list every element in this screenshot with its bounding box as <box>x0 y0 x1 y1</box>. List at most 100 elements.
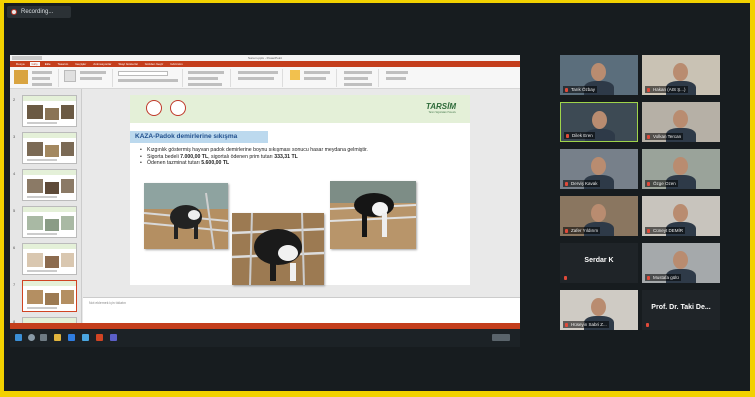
participant-name: Serdar K <box>584 257 614 264</box>
slide-thumbnail[interactable] <box>22 169 77 201</box>
muted-mic-icon <box>565 181 568 186</box>
ribbon-toolbar[interactable] <box>10 67 520 89</box>
ribbon-tab[interactable]: Gözden Geçir <box>143 62 166 66</box>
bullet-amount: 333,31 TL <box>274 153 298 160</box>
ribbon-tab[interactable]: Ekle <box>43 62 53 66</box>
participant-face <box>591 157 606 175</box>
participant-tile[interactable]: Prof. Dr. Taki De... <box>642 290 720 330</box>
shared-screen: Sunum.pptx - PowerPoint Dosya Giriş Ekle Ta… <box>10 55 520 347</box>
slide-number: 7 <box>13 282 16 287</box>
slide-header: TARSİM Tarım Sigortaları Havuzu <box>130 95 470 123</box>
browser-icon[interactable] <box>68 334 75 341</box>
participant-name-tag: Hüseyin Sabri Z... <box>563 321 609 328</box>
muted-mic-icon <box>647 228 650 233</box>
participant-name-tag: Tarık Özbay <box>563 86 598 93</box>
participant-face <box>673 204 688 222</box>
muted-mic-icon <box>647 87 650 92</box>
ribbon-tab[interactable]: Giriş <box>29 62 40 66</box>
mail-icon[interactable] <box>82 334 89 341</box>
cow-photo-3 <box>330 181 416 249</box>
slide-number: 5 <box>13 208 16 213</box>
bullet-amount: 5.600,00 TL <box>201 160 230 167</box>
participant-tile[interactable]: Zafer Yıldırım <box>560 196 638 236</box>
participant-face <box>591 63 606 81</box>
slide-thumbnail-pane[interactable]: 2345678 <box>10 89 82 347</box>
participant-name-tag: Hakan (AIS Ş...) <box>645 86 688 93</box>
recording-indicator[interactable]: Recording... <box>7 6 71 18</box>
bullet-text: , sigortalı ödenen prim tutarı <box>208 153 275 160</box>
participant-tile[interactable]: Mustafa gülü <box>642 243 720 283</box>
slide-bullet: Kızgınlık göstermiş hayvan padok demirle… <box>140 147 460 154</box>
participant-tile[interactable]: Dilek Eren <box>560 102 638 142</box>
participant-name-tag: Derviş Kavak <box>563 180 600 187</box>
quick-access-toolbar[interactable] <box>12 56 42 60</box>
slide-bullets: Kızgınlık göstermiş hayvan padok demirle… <box>140 147 460 167</box>
ribbon-tab[interactable]: Geçişler <box>73 62 88 66</box>
participant-name: Zafer Yıldırım <box>571 228 599 233</box>
muted-mic-icon <box>565 322 568 327</box>
notes-pane[interactable]: Not eklemek için tıklatın <box>83 297 520 323</box>
slide-thumbnail[interactable] <box>22 95 77 127</box>
start-icon[interactable] <box>15 334 22 341</box>
muted-mic-icon <box>565 228 568 233</box>
participant-name-tag: Özge Ozen <box>645 180 678 187</box>
tarsim-logo: TARSİM <box>425 102 456 111</box>
participant-name: Hüseyin Sabri Z... <box>571 322 607 327</box>
explorer-icon[interactable] <box>54 334 61 341</box>
participant-face <box>673 63 688 81</box>
bullet-amount: 7.000,00 TL <box>180 153 209 160</box>
participant-name-tag: Dilek Eren <box>564 132 595 139</box>
muted-mic-icon <box>565 87 568 92</box>
participant-face <box>673 157 688 175</box>
slide-number: 3 <box>13 134 16 139</box>
ribbon-tab[interactable]: Animasyonlar <box>91 62 113 66</box>
task-view-icon[interactable] <box>40 334 47 341</box>
participant-name: Prof. Dr. Taki De... <box>651 304 711 311</box>
slide-thumbnail[interactable] <box>22 132 77 164</box>
teams-icon[interactable] <box>110 334 117 341</box>
ribbon-tab[interactable]: Dosya <box>14 62 27 66</box>
participant-tile[interactable]: Hakan (AIS Ş...) <box>642 55 720 95</box>
powerpoint-icon[interactable] <box>96 334 103 341</box>
participant-tile[interactable]: Hüseyin Sabri Z... <box>560 290 638 330</box>
participant-name-tag: Mustafa gülü <box>645 274 681 281</box>
participant-tile[interactable]: Volkan Tercan <box>642 102 720 142</box>
participant-name-tag: Cüneyt DEMİR <box>645 227 686 234</box>
ministry-logo-icon <box>146 100 162 116</box>
participant-face <box>673 251 688 269</box>
participant-tile[interactable]: Tarık Özbay <box>560 55 638 95</box>
slide-title: KAZA-Padok demirlerine sıkışma <box>130 131 268 143</box>
bullet-text: Sigorta bedeli <box>147 153 181 160</box>
participant-tile[interactable]: Derviş Kavak <box>560 149 638 189</box>
participant-tile[interactable]: Serdar K <box>560 243 638 283</box>
slide-number: 4 <box>13 171 16 176</box>
tarsim-tagline: Tarım Sigortaları Havuzu <box>428 111 456 114</box>
participant-face <box>591 298 606 316</box>
participant-name: Volkan Tercan <box>653 134 682 139</box>
participant-name: Derviş Kavak <box>571 181 598 186</box>
participant-tile[interactable]: Cüneyt DEMİR <box>642 196 720 236</box>
participant-name: Cüneyt DEMİR <box>653 228 684 233</box>
muted-mic-icon <box>647 181 650 186</box>
ribbon-tab[interactable]: Görünüm <box>168 62 185 66</box>
search-icon[interactable] <box>28 334 35 341</box>
meeting-window: Recording... Sunum.pptx - PowerPoint Dos… <box>4 3 750 391</box>
muted-mic-icon <box>564 276 567 280</box>
slide-thumbnail[interactable] <box>22 243 77 275</box>
app-titlebar: Sunum.pptx - PowerPoint <box>10 55 520 61</box>
slide-thumbnail[interactable] <box>22 206 77 238</box>
notes-placeholder: Not eklemek için tıklatın <box>89 301 126 305</box>
recording-label: Recording... <box>21 9 54 15</box>
agency-logo-icon <box>170 100 186 116</box>
muted-mic-icon <box>566 133 569 138</box>
slide-thumbnail[interactable] <box>22 280 77 312</box>
ribbon-tab[interactable]: Tasarım <box>56 62 71 66</box>
participant-name-tag: Zafer Yıldırım <box>563 227 601 234</box>
current-slide[interactable]: TARSİM Tarım Sigortaları Havuzu KAZA-Pad… <box>130 95 470 285</box>
ribbon-tab[interactable]: Slayt Gösterisi <box>116 62 139 66</box>
muted-mic-icon <box>647 134 650 139</box>
clock[interactable] <box>492 334 510 341</box>
bullet-text: Ödenen tazminat tutarı <box>147 160 202 167</box>
participant-face <box>673 110 688 128</box>
participant-tile[interactable]: Özge Ozen <box>642 149 720 189</box>
